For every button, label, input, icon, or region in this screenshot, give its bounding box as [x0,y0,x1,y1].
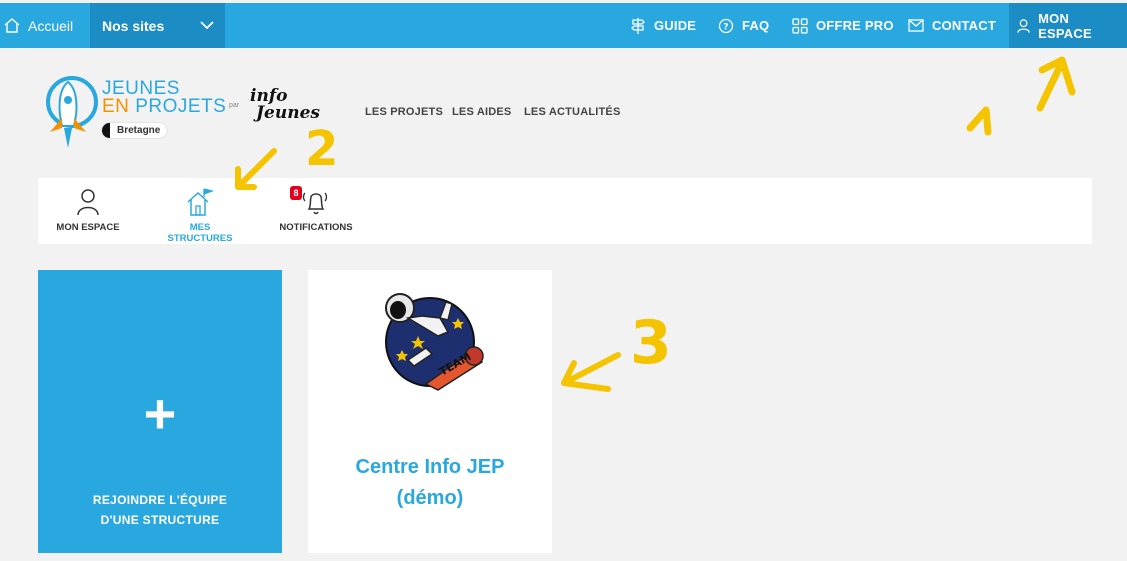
structure-name-line1: Centre Info JEP [355,456,505,478]
nav-contact-label: CONTACT [932,18,996,33]
annotation-number-2: 2 [305,121,339,177]
nav-faq-label: FAQ [742,18,770,33]
join-label-line2: D'UNE STRUCTURE [100,513,220,527]
mainnav-actualites[interactable]: LES ACTUALITÉS [524,106,621,118]
site-logo[interactable]: JEUNES EN PROJETS Bretagne par info Jeun… [42,74,332,154]
mail-icon [908,19,924,32]
house-flag-icon [187,188,215,216]
sites-label: Nos sites [102,17,165,34]
top-bar: Accueil Nos sites GUIDE ? FAQ OFFRE PRO … [0,3,1127,48]
logo-line2-projets: PROJETS [135,96,227,117]
join-structure-label: REJOINDRE L'ÉQUIPE D'UNE STRUCTURE [58,490,262,530]
annotation-arrow-3 [561,352,621,392]
nav-guide[interactable]: GUIDE [630,3,696,48]
join-label-line1: REJOINDRE L'ÉQUIPE [92,493,228,507]
annotation-arrow-2 [235,148,277,190]
mainnav-aides[interactable]: LES AIDES [452,106,511,118]
tab-notifications-label: NOTIFICATIONS [279,222,353,233]
account-tabs: MON ESPACE MES STRUCTURES NOTIFICATIONS [38,178,1092,244]
annotation-number-3: 3 [630,308,672,378]
home-icon [4,18,20,33]
logo-text: JEUNES EN PROJETS [102,79,227,117]
nav-offre-pro[interactable]: OFFRE PRO [792,3,894,48]
structure-name[interactable]: Centre Info JEP (démo) [328,452,532,514]
chevron-down-icon [200,21,214,30]
mainnav-projets[interactable]: LES PROJETS [365,106,443,118]
nav-mon-espace[interactable]: MON ESPACE [1009,3,1127,48]
logo-line2-en: EN [102,96,136,117]
signpost-icon [631,17,645,34]
annotation-arrow-1 [966,56,1076,136]
nav-faq[interactable]: ? FAQ [718,3,769,48]
question-icon: ? [718,18,734,33]
home-link[interactable]: Accueil [0,3,73,48]
rocket-icon [46,76,98,148]
tab-mon-espace[interactable]: MON ESPACE [56,188,120,233]
nav-mon-espace-label: MON ESPACE [1038,10,1092,41]
bell-icon [302,192,328,215]
svg-text:?: ? [723,22,728,32]
nav-contact[interactable]: CONTACT [908,3,996,48]
grid-icon [792,17,808,34]
structure-card[interactable]: TEAM Centre Info JEP (démo) [308,270,552,553]
region-badge: Bretagne [102,123,168,138]
tab-mon-espace-label: MON ESPACE [56,222,120,233]
structure-name-line2: (démo) [396,487,464,509]
partner-par: par [229,102,240,109]
sites-dropdown[interactable]: Nos sites [90,3,225,48]
infojeunes-line2: Jeunes [256,103,320,123]
nav-guide-label: GUIDE [654,18,697,33]
plus-icon: + [143,382,177,445]
logo-line2: EN PROJETS [102,96,227,117]
nav-offre-pro-label: OFFRE PRO [816,18,894,33]
join-structure-card[interactable]: + REJOINDRE L'ÉQUIPE D'UNE STRUCTURE [38,270,282,553]
tab-mes-structures-label: MES STRUCTURES [167,222,233,244]
astronaut-logo-image: TEAM [385,293,484,391]
user-icon [77,189,99,216]
home-label: Accueil [28,17,74,34]
user-icon [1017,18,1030,33]
infojeunes-logo: info Jeunes [250,88,320,122]
tab-mes-structures[interactable]: MES STRUCTURES [158,188,242,244]
notification-count-badge: 8 [290,186,302,200]
